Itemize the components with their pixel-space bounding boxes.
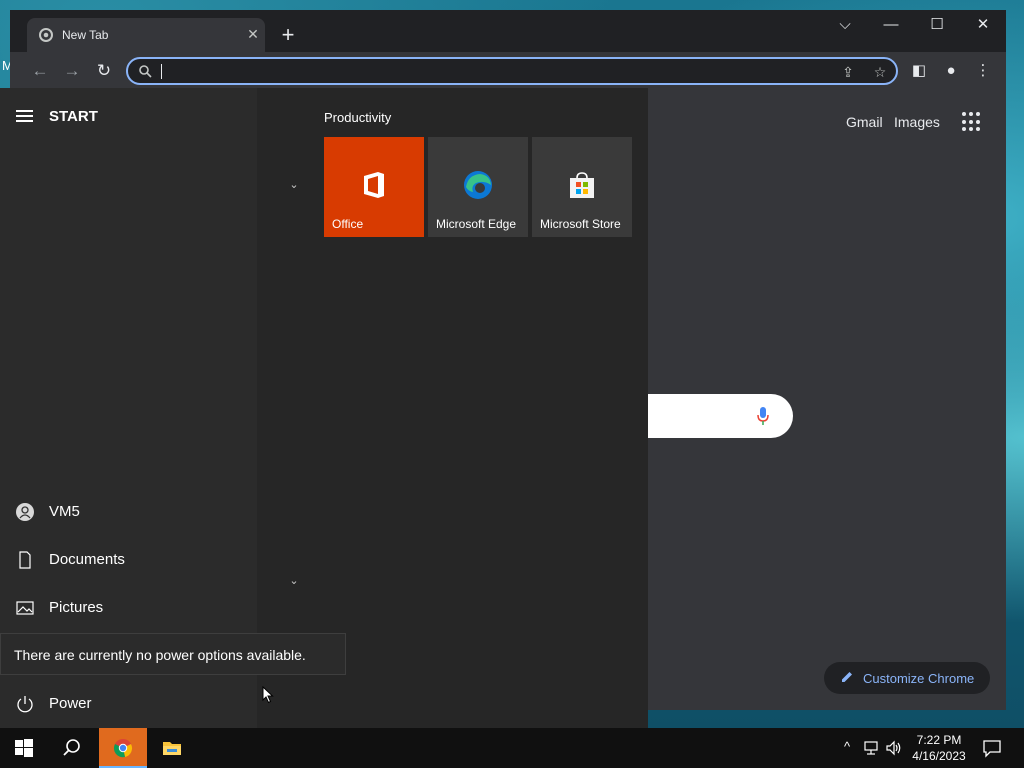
power-icon <box>17 696 33 713</box>
file-explorer-button[interactable] <box>148 728 196 768</box>
chrome-tab-icon <box>39 28 53 42</box>
sidebar-item-pictures[interactable]: Pictures <box>0 586 257 630</box>
taskbar: ^ 7:22 PM 4/16/2023 <box>0 728 1024 768</box>
search-button[interactable] <box>48 728 96 768</box>
pictures-label: Pictures <box>49 599 104 616</box>
gmail-link[interactable]: Gmail <box>846 114 883 130</box>
store-icon <box>570 172 594 198</box>
office-icon <box>364 172 384 198</box>
expand-chevron-icon[interactable]: ⌄ <box>288 574 300 587</box>
tab-close-icon[interactable]: ✕ <box>243 24 263 44</box>
search-icon <box>63 739 80 756</box>
close-window-button[interactable]: ✕ <box>960 10 1006 40</box>
group-title: Productivity <box>324 110 392 125</box>
notification-icon[interactable] <box>982 738 1002 758</box>
new-tab-button[interactable]: + <box>276 24 300 48</box>
minimize-button[interactable]: — <box>868 10 914 40</box>
side-panel-icon[interactable]: ◧ <box>908 60 930 82</box>
chrome-icon <box>113 739 133 758</box>
user-avatar-icon <box>16 503 34 521</box>
sidebar-item-documents[interactable]: Documents <box>0 538 257 582</box>
pictures-icon <box>16 601 34 615</box>
user-name: VM5 <box>49 503 80 520</box>
address-bar[interactable]: ⇪ ☆ <box>126 57 898 85</box>
power-tooltip: There are currently no power options ava… <box>0 633 346 675</box>
tooltip-text: There are currently no power options ava… <box>14 647 306 663</box>
pencil-icon <box>842 672 852 682</box>
search-icon <box>139 65 152 78</box>
tray-chevron-icon[interactable]: ^ <box>838 739 856 757</box>
microphone-icon[interactable] <box>757 406 769 426</box>
tab-new-tab[interactable]: New Tab ✕ <box>27 18 265 52</box>
browser-toolbar: ← → ↻ ⇪ ☆ ◧ ● ⋮ <box>10 52 1006 90</box>
start-title: START <box>49 108 98 125</box>
power-label: Power <box>49 695 92 712</box>
google-apps-icon[interactable] <box>962 112 982 132</box>
network-icon[interactable] <box>862 739 880 757</box>
document-icon <box>19 551 31 569</box>
volume-icon[interactable] <box>885 739 903 757</box>
customize-label: Customize Chrome <box>863 671 975 686</box>
start-sidebar: START VM5 Documents Pictures Power <box>0 88 257 728</box>
tab-search-icon[interactable]: ⌵ <box>822 10 868 40</box>
tile-microsoft-edge[interactable]: Microsoft Edge <box>428 137 528 237</box>
reload-button[interactable]: ↻ <box>92 59 116 83</box>
forward-button[interactable]: → <box>60 59 84 83</box>
system-clock[interactable]: 7:22 PM 4/16/2023 <box>906 732 972 764</box>
tile-label: Office <box>332 217 364 231</box>
title-bar: New Tab ✕ + ⌵ — ☐ ✕ <box>10 10 1006 52</box>
profile-icon[interactable]: ● <box>940 60 962 82</box>
menu-icon[interactable]: ⋮ <box>972 60 994 82</box>
sidebar-item-power[interactable]: Power <box>0 682 257 726</box>
start-menu: START VM5 Documents Pictures Power ⌄ ⌄ P… <box>0 88 648 728</box>
customize-chrome-button[interactable]: Customize Chrome <box>824 662 990 694</box>
images-link[interactable]: Images <box>894 114 940 130</box>
back-button[interactable]: ← <box>28 59 52 83</box>
tile-office[interactable]: Office <box>324 137 424 237</box>
edge-icon <box>464 171 492 199</box>
chrome-taskbar-button[interactable] <box>99 728 147 768</box>
mouse-cursor-icon <box>262 686 274 704</box>
documents-label: Documents <box>49 551 125 568</box>
hamburger-menu-icon[interactable] <box>16 110 33 122</box>
windows-icon <box>15 739 33 757</box>
tab-title: New Tab <box>62 28 109 42</box>
folder-icon <box>163 742 181 755</box>
collapse-chevron-icon[interactable]: ⌄ <box>288 178 300 191</box>
bookmark-star-icon[interactable]: ☆ <box>870 62 890 82</box>
text-caret <box>161 64 162 79</box>
tile-microsoft-store[interactable]: Microsoft Store <box>532 137 632 237</box>
share-icon[interactable]: ⇪ <box>838 62 858 82</box>
sidebar-item-user[interactable]: VM5 <box>0 490 257 534</box>
clock-date: 4/16/2023 <box>912 749 966 763</box>
clock-time: 7:22 PM <box>916 733 962 747</box>
tile-label: Microsoft Store <box>540 217 621 231</box>
tile-label: Microsoft Edge <box>436 217 517 231</box>
maximize-button[interactable]: ☐ <box>914 10 960 40</box>
start-button[interactable] <box>0 728 48 768</box>
